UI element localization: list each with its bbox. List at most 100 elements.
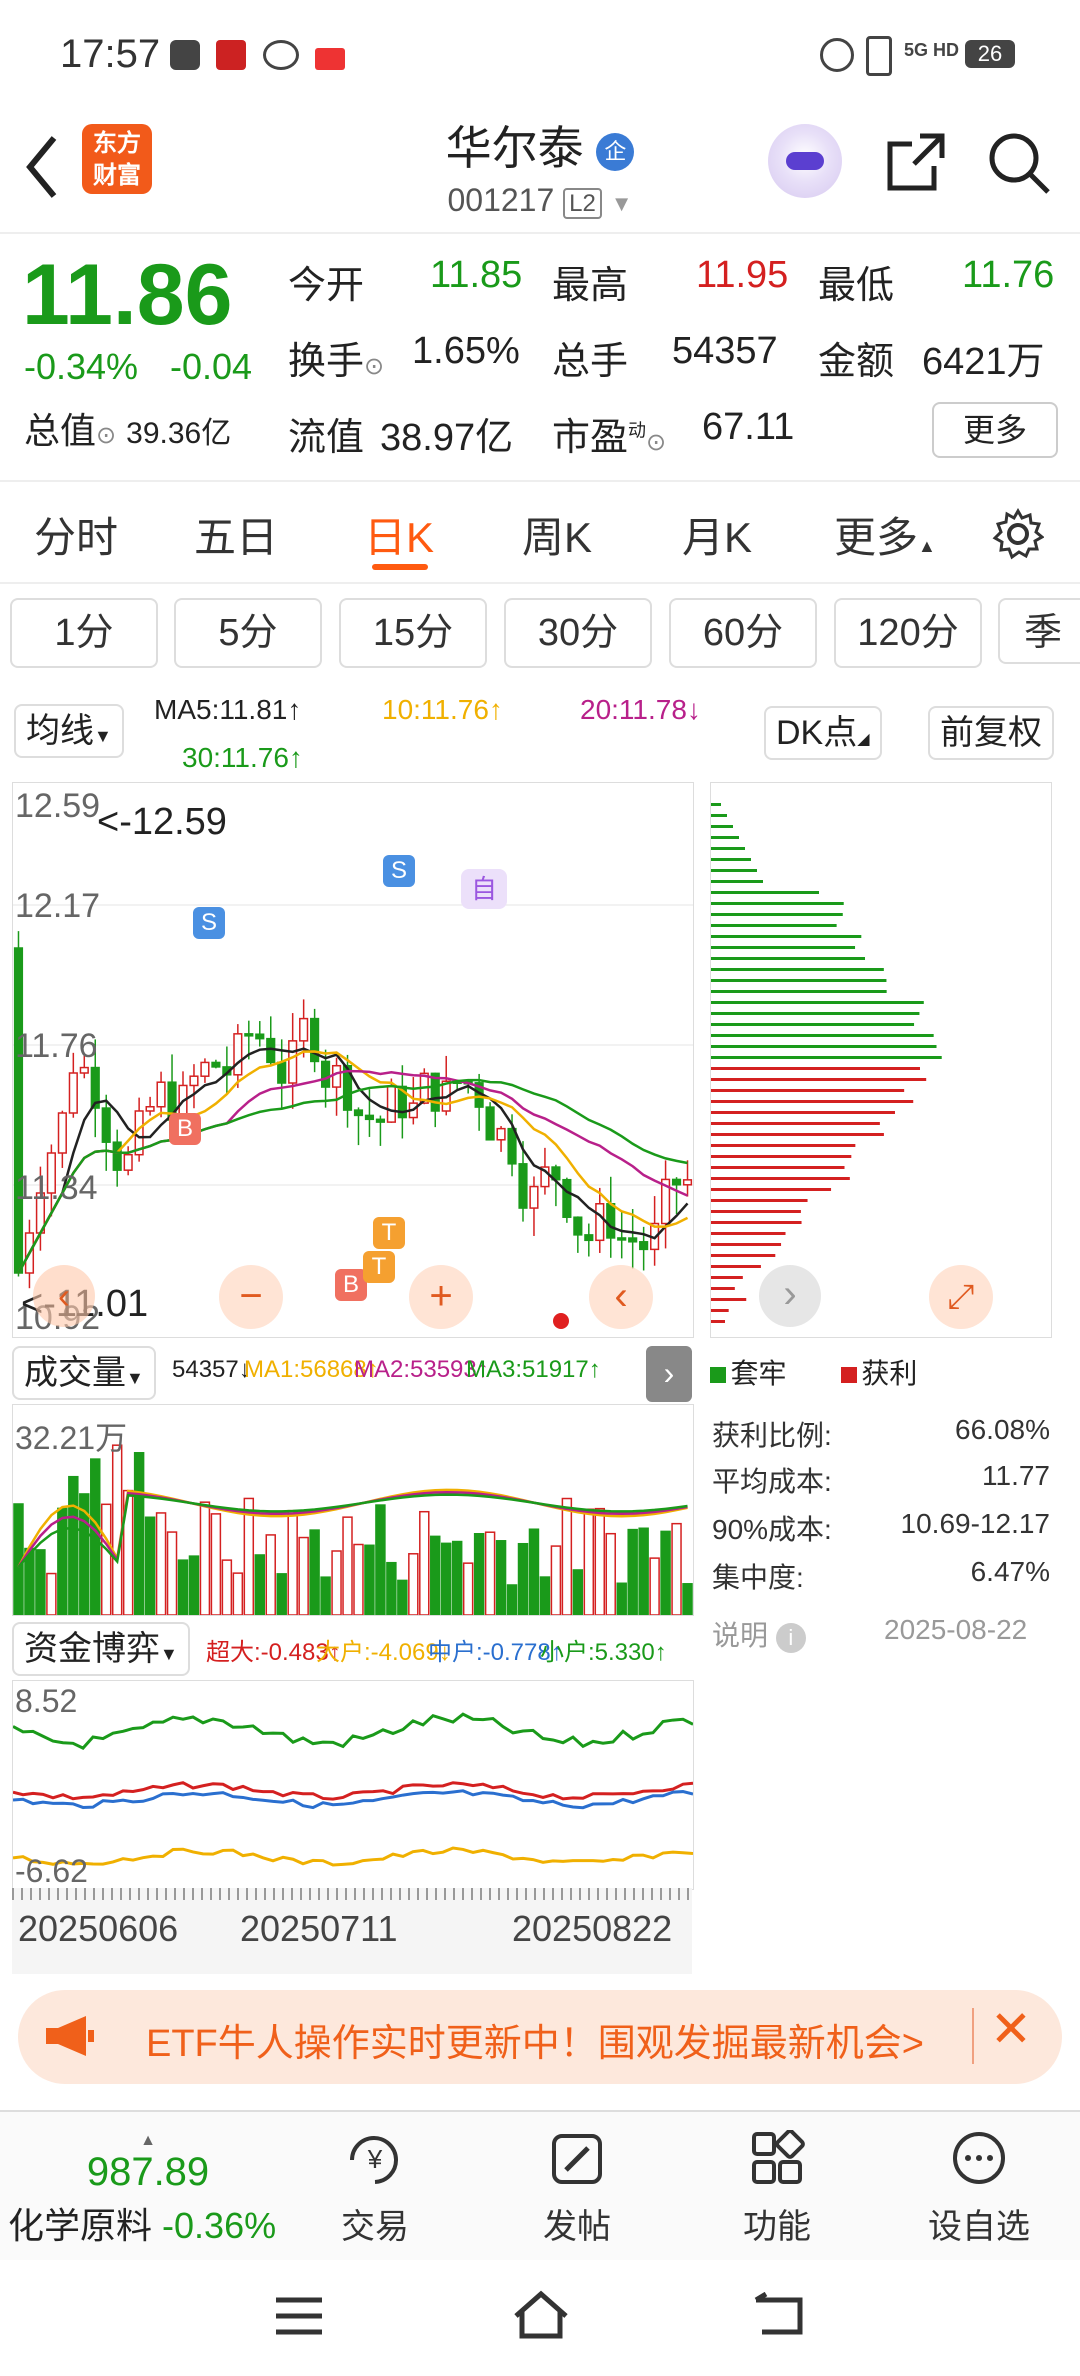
t-marker[interactable]: T [363, 1251, 395, 1283]
candle [518, 1163, 528, 1209]
add-watchlist-button[interactable]: 设自选 [914, 2130, 1044, 2248]
low-value: 11.76 [962, 254, 1055, 296]
trade-icon: ¥ [350, 2136, 398, 2184]
chip-expand-button[interactable]: › [759, 1265, 821, 1327]
scroll-left-button[interactable]: ‹ [33, 1265, 95, 1327]
period-30min[interactable]: 30分 [504, 598, 652, 668]
trade-button[interactable]: ¥ 交易 [310, 2130, 440, 2248]
volume-selector[interactable]: 成交量▼ [12, 1346, 156, 1400]
candle [584, 1234, 594, 1242]
volume-bar [561, 1497, 573, 1615]
avg-cost-value: 11.77 [982, 1460, 1050, 1491]
index-widget[interactable]: ▲ 987.89 化学原料 -0.36% [8, 2132, 288, 2249]
chip-bar [711, 1309, 729, 1312]
enterprise-badge: 企 [596, 132, 635, 171]
tab-daily-k[interactable]: 日K [364, 504, 434, 565]
functions-label: 功能 [743, 2208, 811, 2246]
tab-monthly-k[interactable]: 月K [682, 504, 752, 565]
grid-icon [752, 2129, 805, 2184]
volume-bar [462, 1562, 474, 1615]
volume-bar [616, 1582, 627, 1615]
close-icon[interactable]: ✕ [990, 2000, 1032, 2058]
robot-assistant-icon[interactable] [768, 124, 842, 198]
funds-selector[interactable]: 资金博弈▼ [12, 1622, 190, 1676]
chip-bar [711, 979, 887, 982]
menu-icon[interactable] [274, 2296, 324, 2336]
volume-bar [649, 1557, 660, 1615]
sell-marker[interactable]: S [383, 855, 415, 887]
float-label: 流值 [288, 417, 365, 459]
functions-button[interactable]: 功能 [712, 2129, 842, 2248]
dk-point-selector[interactable]: DK点◢ [764, 706, 882, 760]
status-time: 17:57 [60, 32, 161, 76]
chip-distribution-chart[interactable]: › ⤢ [710, 782, 1052, 1338]
volume-bar [221, 1559, 233, 1615]
date-axis: 20250606 20250711 20250822 [12, 1888, 692, 1974]
sell-marker[interactable]: S [193, 907, 225, 939]
fullscreen-icon[interactable]: ⤢ [929, 1265, 993, 1329]
candle [68, 1072, 78, 1114]
candle [13, 947, 24, 1274]
chip-bar [711, 1122, 880, 1125]
gear-icon[interactable] [992, 508, 1044, 560]
turnover-value: 1.65% [412, 330, 520, 372]
battery-icon: 26 [965, 40, 1015, 68]
chip-note-link[interactable]: 说明 i [712, 1614, 806, 1654]
chip-bar [711, 880, 763, 883]
zoom-out-button[interactable]: − [219, 1265, 283, 1329]
chip-bar [711, 1254, 776, 1257]
candle [573, 1216, 583, 1236]
back-nav-icon[interactable] [752, 2292, 806, 2338]
adjust-selector[interactable]: 前复权 [928, 706, 1054, 760]
ma-selector[interactable]: 均线▼ [14, 704, 124, 758]
tab-intraday[interactable]: 分时 [34, 504, 118, 565]
legend-profit: 获利 [861, 1358, 918, 1389]
promo-banner[interactable]: ETF牛人操作实时更新中！围观发掘最新机会> ✕ [18, 1990, 1062, 2084]
post-button[interactable]: 发帖 [512, 2130, 642, 2248]
tab-five-day[interactable]: 五日 [194, 504, 278, 565]
volume-bar [430, 1535, 441, 1615]
period-15min[interactable]: 15分 [339, 598, 487, 668]
legend-trapped: 套牢 [730, 1358, 787, 1389]
home-icon[interactable] [512, 2290, 570, 2340]
volume-label: 总手 [552, 341, 629, 383]
volume-chart[interactable]: 32.21万 [12, 1404, 694, 1616]
self-marker[interactable]: 自 [461, 869, 507, 909]
period-1min[interactable]: 1分 [10, 598, 158, 668]
date-label-mid: 20250711 [240, 1908, 398, 1949]
collapse-panel-button[interactable]: › [646, 1346, 692, 1402]
volume-bar [144, 1516, 156, 1615]
chip-legend: 套牢 获利 [710, 1352, 917, 1392]
funds-chart[interactable]: 8.52 -6.62 [12, 1680, 694, 1890]
t-marker[interactable]: T [373, 1217, 405, 1249]
period-5min[interactable]: 5分 [174, 598, 322, 668]
date-label-end: 20250822 [512, 1908, 673, 1949]
volume-bar [682, 1583, 693, 1615]
volume-bar [210, 1513, 222, 1615]
chip-bar [711, 1221, 802, 1224]
tab-more[interactable]: 更多▲ [834, 504, 936, 565]
period-60min[interactable]: 60分 [669, 598, 817, 668]
buy-marker[interactable]: B [169, 1113, 201, 1145]
svg-text:¥: ¥ [367, 2144, 383, 2174]
period-120min[interactable]: 120分 [834, 598, 982, 668]
scroll-back-button[interactable]: ‹ [589, 1265, 653, 1329]
chip-bar [711, 913, 843, 916]
megaphone-icon [46, 2016, 94, 2056]
more-button[interactable]: 更多 [932, 402, 1058, 458]
kline-chart[interactable]: 12.59 12.17 11.76 11.34 10.92 <-12.59 <-… [12, 782, 694, 1338]
volume-bar [364, 1544, 375, 1615]
tab-weekly-k[interactable]: 周K [522, 504, 592, 565]
period-quarter[interactable]: 季 [998, 598, 1080, 664]
share-icon[interactable] [884, 130, 948, 194]
banner-text: ETF牛人操作实时更新中！围观发掘最新机会> [146, 2023, 924, 2065]
zoom-in-button[interactable]: + [409, 1265, 473, 1329]
candle [101, 1107, 111, 1143]
y-axis-tick-2: 12.17 [15, 887, 101, 925]
candle [331, 1064, 342, 1088]
candle [288, 1040, 298, 1084]
market-cap-value: 39.36亿 [126, 417, 232, 450]
y-axis-max: 12.59 [15, 787, 101, 825]
volume-bar [638, 1527, 649, 1615]
search-icon[interactable] [986, 130, 1052, 196]
